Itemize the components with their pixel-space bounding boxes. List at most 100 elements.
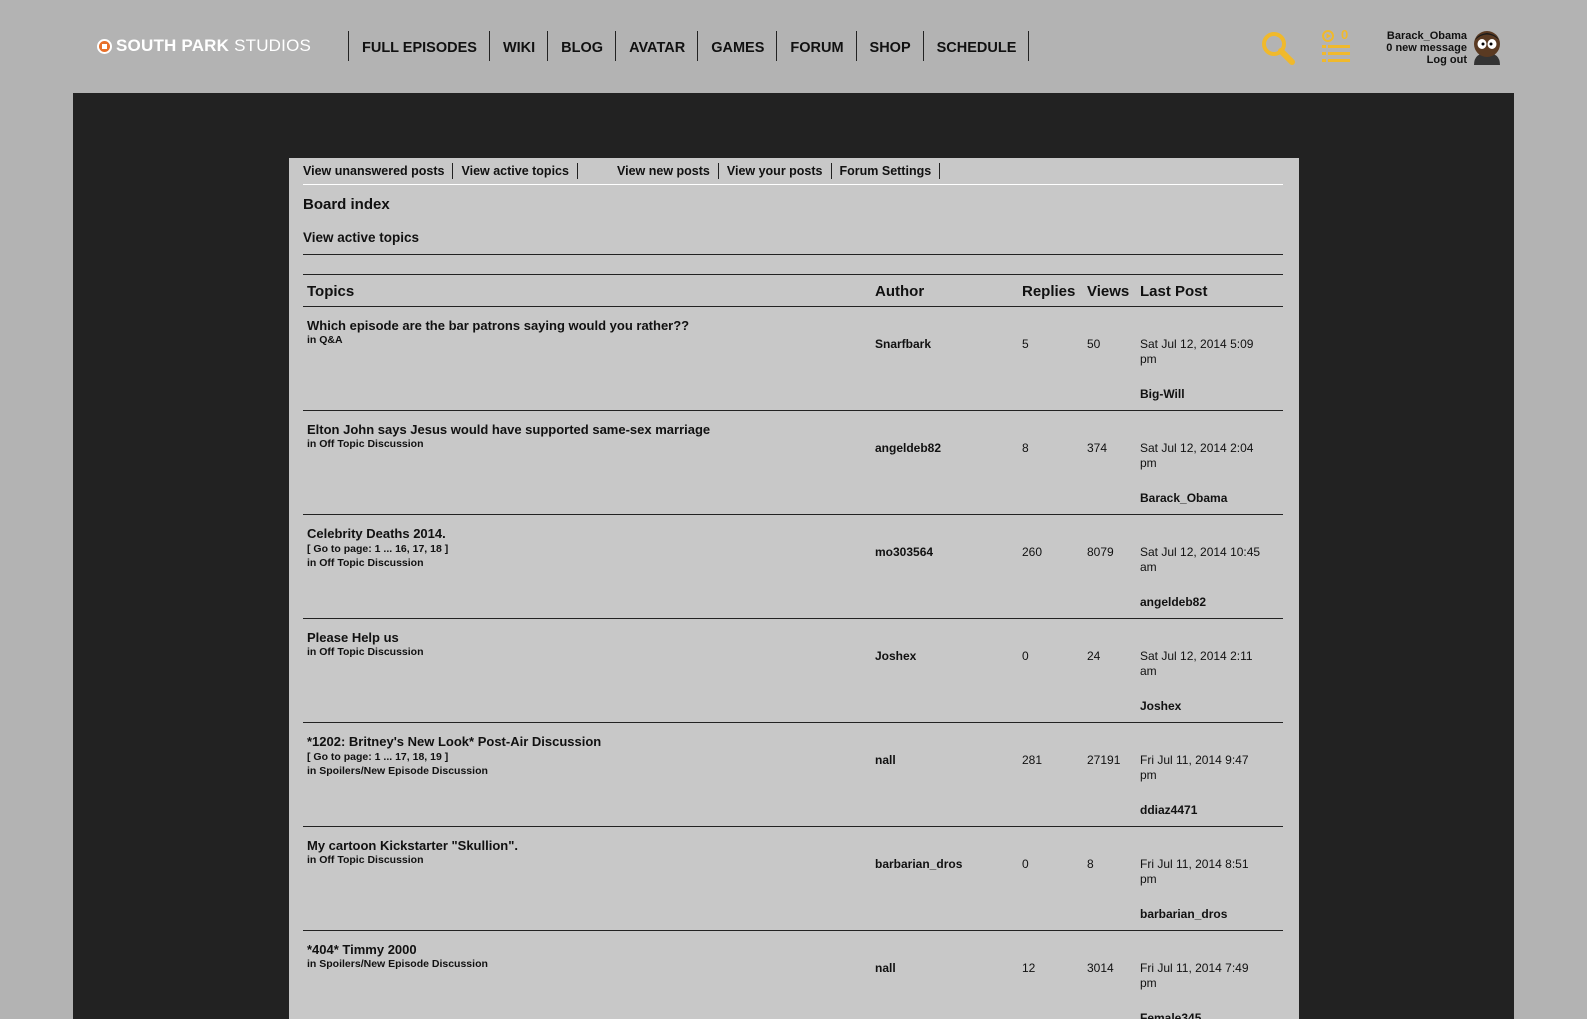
topic-replies: 12 <box>1022 961 1036 975</box>
forum-link[interactable]: Spoilers/New Episode Discussion <box>319 958 488 970</box>
table-row: Which episode are the bar patrons saying… <box>303 307 1283 411</box>
view-active-topics-link[interactable]: View active topics <box>453 163 578 179</box>
last-post-author-link[interactable]: Big-Will <box>1140 387 1185 401</box>
in-label: in <box>307 438 317 450</box>
nav-forum[interactable]: FORUM <box>776 31 855 61</box>
nav-avatar[interactable]: AVATAR <box>615 31 697 61</box>
forum-settings-link[interactable]: Forum Settings <box>832 163 941 179</box>
forum-link[interactable]: Spoilers/New Episode Discussion <box>319 765 488 777</box>
topic-title-link[interactable]: Which episode are the bar patrons saying… <box>307 318 689 333</box>
subnav-right: View new posts View your posts Forum Set… <box>617 163 941 179</box>
last-post-date: Sat Jul 12, 2014 10:45 am <box>1140 545 1261 574</box>
topic-author-link[interactable]: mo303564 <box>875 545 933 559</box>
topic-pagination[interactable]: [ Go to page: 1 ... 17, 18, 19 ] <box>307 751 448 763</box>
last-post-author-link[interactable]: Barack_Obama <box>1140 491 1227 505</box>
topic-forum: in Spoilers/New Episode Discussion <box>307 958 488 970</box>
title-divider <box>303 254 1283 255</box>
header-last-post: Last Post <box>1140 283 1208 300</box>
in-label: in <box>307 557 317 569</box>
notifications-list-icon[interactable] <box>1322 30 1356 66</box>
last-post-author-link[interactable]: Joshex <box>1140 699 1181 713</box>
topic-author-link[interactable]: nall <box>875 961 896 975</box>
forum-link[interactable]: Off Topic Discussion <box>319 854 423 866</box>
topic-title-link[interactable]: Please Help us <box>307 630 399 645</box>
last-post-author-link[interactable]: barbarian_dros <box>1140 907 1227 921</box>
nav-wiki[interactable]: WIKI <box>488 31 547 61</box>
topic-title-link[interactable]: Celebrity Deaths 2014. <box>307 526 446 541</box>
notification-count: 0 <box>1341 27 1349 42</box>
logout-link[interactable]: Log out <box>1360 54 1467 66</box>
topic-author-link[interactable]: Joshex <box>875 649 916 663</box>
user-avatar[interactable] <box>1470 29 1504 65</box>
topic-replies: 260 <box>1022 545 1043 559</box>
topic-views: 8 <box>1087 857 1094 871</box>
topic-pagination[interactable]: [ Go to page: 1 ... 16, 17, 18 ] <box>307 543 448 555</box>
last-post-date: Sat Jul 12, 2014 5:09 pm <box>1140 337 1254 366</box>
in-label: in <box>307 646 317 658</box>
topic-title-link[interactable]: Elton John says Jesus would have support… <box>307 422 710 437</box>
nav-blog[interactable]: BLOG <box>547 31 615 61</box>
page-title: View active topics <box>303 230 420 245</box>
nav-shop[interactable]: SHOP <box>855 31 923 61</box>
topic-author-link[interactable]: angeldeb82 <box>875 441 941 455</box>
table-row: *404* Timmy 2000 in Spoilers/New Episode… <box>303 931 1283 1019</box>
topic-replies: 5 <box>1022 337 1029 351</box>
nav-games[interactable]: GAMES <box>697 31 776 61</box>
subnav-left: View unanswered posts View active topics <box>303 163 618 179</box>
site-header: SOUTH PARK STUDIOS FULL EPISODES WIKI BL… <box>0 0 1587 92</box>
topic-title-link[interactable]: My cartoon Kickstarter "Skullion". <box>307 838 518 853</box>
topic-replies: 0 <box>1022 857 1029 871</box>
last-post-author-link[interactable]: ddiaz4471 <box>1140 803 1197 817</box>
forum-link[interactable]: Off Topic Discussion <box>319 438 423 450</box>
topic-author-link[interactable]: Snarfbark <box>875 337 931 351</box>
logo-text-bold: SOUTH PARK <box>116 36 230 55</box>
new-messages-link[interactable]: 0 new message <box>1360 42 1467 54</box>
topic-views: 50 <box>1087 337 1101 351</box>
topic-author-link[interactable]: nall <box>875 753 896 767</box>
in-label: in <box>307 958 317 970</box>
search-icon[interactable] <box>1261 31 1295 65</box>
in-label: in <box>307 334 317 346</box>
username[interactable]: Barack_Obama <box>1360 30 1467 42</box>
nav-full-episodes[interactable]: FULL EPISODES <box>348 31 489 61</box>
topic-forum: in Off Topic Discussion <box>307 646 424 658</box>
table-row: Please Help us in Off Topic Discussion J… <box>303 619 1283 723</box>
in-label: in <box>307 854 317 866</box>
topic-forum: in Spoilers/New Episode Discussion <box>307 765 488 777</box>
forum-link[interactable]: Q&A <box>319 334 342 346</box>
forum-link[interactable]: Off Topic Discussion <box>319 557 423 569</box>
table-row: *1202: Britney's New Look* Post-Air Disc… <box>303 723 1283 827</box>
last-post-date: Fri Jul 11, 2014 9:47 pm <box>1140 753 1249 782</box>
topic-forum: in Off Topic Discussion <box>307 854 424 866</box>
header-replies: Replies <box>1022 283 1076 300</box>
header-author: Author <box>875 283 925 300</box>
topic-views: 27191 <box>1087 753 1121 767</box>
forum-panel: View unanswered posts View active topics… <box>289 158 1299 1019</box>
view-new-posts-link[interactable]: View new posts <box>617 163 719 179</box>
topic-views: 374 <box>1087 441 1108 455</box>
topic-replies: 281 <box>1022 753 1043 767</box>
board-index-link[interactable]: Board index <box>303 196 390 213</box>
last-post-date: Sat Jul 12, 2014 2:04 pm <box>1140 441 1254 470</box>
last-post-date: Sat Jul 12, 2014 2:11 am <box>1140 649 1253 678</box>
view-unanswered-posts-link[interactable]: View unanswered posts <box>303 163 454 179</box>
topic-forum: in Q&A <box>307 334 343 346</box>
topic-title-link[interactable]: *404* Timmy 2000 <box>307 942 417 957</box>
subnav-divider <box>578 163 618 179</box>
south-park-studios-logo[interactable]: SOUTH PARK STUDIOS <box>97 36 311 56</box>
last-post-date: Fri Jul 11, 2014 7:49 pm <box>1140 961 1249 990</box>
last-post-author-link[interactable]: angeldeb82 <box>1140 595 1206 609</box>
topic-title-link[interactable]: *1202: Britney's New Look* Post-Air Disc… <box>307 734 601 749</box>
nav-schedule[interactable]: SCHEDULE <box>922 31 1030 61</box>
last-post-author-link[interactable]: Female345 <box>1140 1011 1201 1019</box>
topic-replies: 0 <box>1022 649 1029 663</box>
topic-author-link[interactable]: barbarian_dros <box>875 857 962 871</box>
logo-text-light: STUDIOS <box>234 36 312 55</box>
topics-table: Topics Author Replies Views Last Post Wh… <box>303 274 1283 1019</box>
topic-forum: in Off Topic Discussion <box>307 438 424 450</box>
view-your-posts-link[interactable]: View your posts <box>719 163 832 179</box>
topic-views: 24 <box>1087 649 1101 663</box>
table-row: My cartoon Kickstarter "Skullion". in Of… <box>303 827 1283 931</box>
forum-link[interactable]: Off Topic Discussion <box>319 646 423 658</box>
table-row: Elton John says Jesus would have support… <box>303 411 1283 515</box>
